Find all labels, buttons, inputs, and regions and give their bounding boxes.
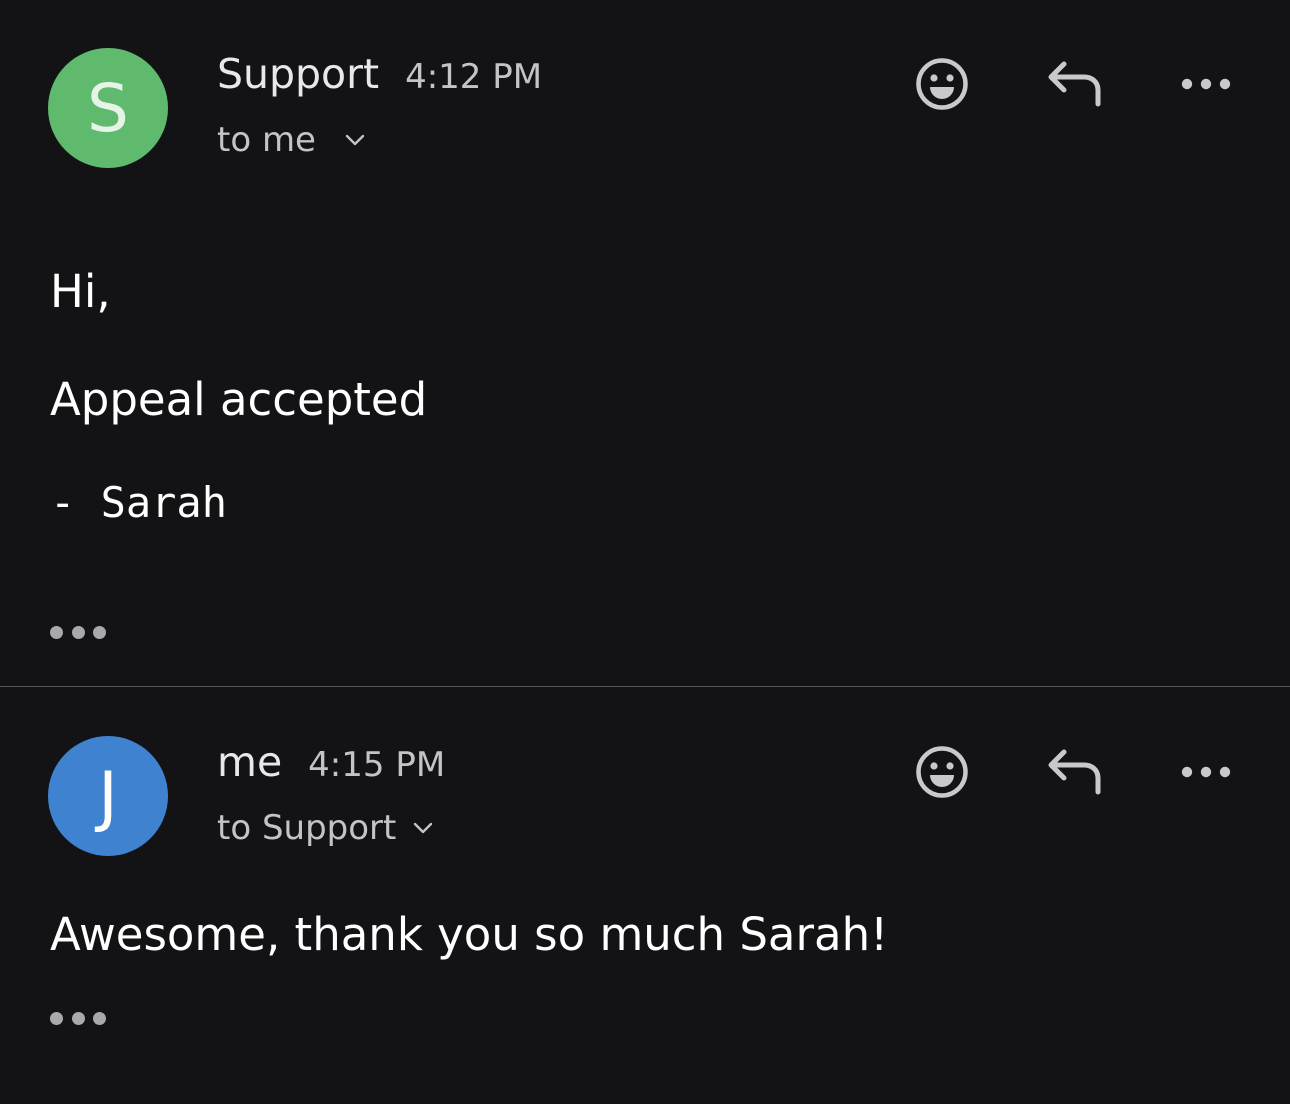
message-actions xyxy=(900,52,1260,116)
more-button[interactable] xyxy=(1174,52,1238,116)
smiley-icon xyxy=(916,746,968,798)
recipient-details-toggle[interactable]: to me xyxy=(217,120,366,160)
show-trimmed-content-button[interactable] xyxy=(50,620,106,644)
show-trimmed-content-button[interactable] xyxy=(50,1006,106,1030)
sender-line: me 4:15 PM xyxy=(217,738,445,786)
message-body: Awesome, thank you so much Sarah! xyxy=(50,908,889,961)
dot xyxy=(50,625,63,639)
chevron-down-icon xyxy=(414,822,433,834)
chevron-down-icon xyxy=(345,134,365,146)
message-actions xyxy=(900,740,1260,804)
more-button[interactable] xyxy=(1174,740,1238,804)
react-button[interactable] xyxy=(910,740,974,804)
sender-name[interactable]: me xyxy=(217,738,282,786)
message-greeting: Hi, xyxy=(50,265,111,318)
recipient-label: to me xyxy=(217,120,316,160)
avatar[interactable]: S xyxy=(48,48,168,168)
timestamp: 4:15 PM xyxy=(308,745,446,785)
avatar[interactable]: J xyxy=(48,736,168,856)
dot xyxy=(93,625,106,639)
react-button[interactable] xyxy=(910,52,974,116)
reply-button[interactable] xyxy=(1042,52,1106,116)
more-icon xyxy=(1181,78,1231,90)
message-body: Appeal accepted xyxy=(50,373,428,426)
recipient-details-toggle[interactable]: to Support xyxy=(217,808,434,848)
avatar-letter: S xyxy=(87,69,129,147)
message-support: S Support 4:12 PM to me Hi, Appeal accep… xyxy=(0,0,1290,686)
timestamp: 4:12 PM xyxy=(405,57,543,97)
more-icon xyxy=(1181,766,1231,778)
smiley-icon xyxy=(916,58,968,110)
email-thread: S Support 4:12 PM to me Hi, Appeal accep… xyxy=(0,0,1290,1104)
reply-icon xyxy=(1048,61,1101,107)
reply-icon xyxy=(1048,749,1101,795)
dot xyxy=(50,1011,63,1025)
dot xyxy=(71,1011,85,1025)
sender-name[interactable]: Support xyxy=(217,50,379,98)
sender-line: Support 4:12 PM xyxy=(217,50,542,98)
message-me: J me 4:15 PM to Support Awesome, thank y… xyxy=(0,687,1290,1104)
reply-button[interactable] xyxy=(1042,740,1106,804)
message-signature: - Sarah xyxy=(50,478,228,527)
avatar-letter: J xyxy=(98,757,118,835)
dot xyxy=(93,1011,106,1025)
dot xyxy=(71,625,85,639)
recipient-label: to Support xyxy=(217,808,397,848)
